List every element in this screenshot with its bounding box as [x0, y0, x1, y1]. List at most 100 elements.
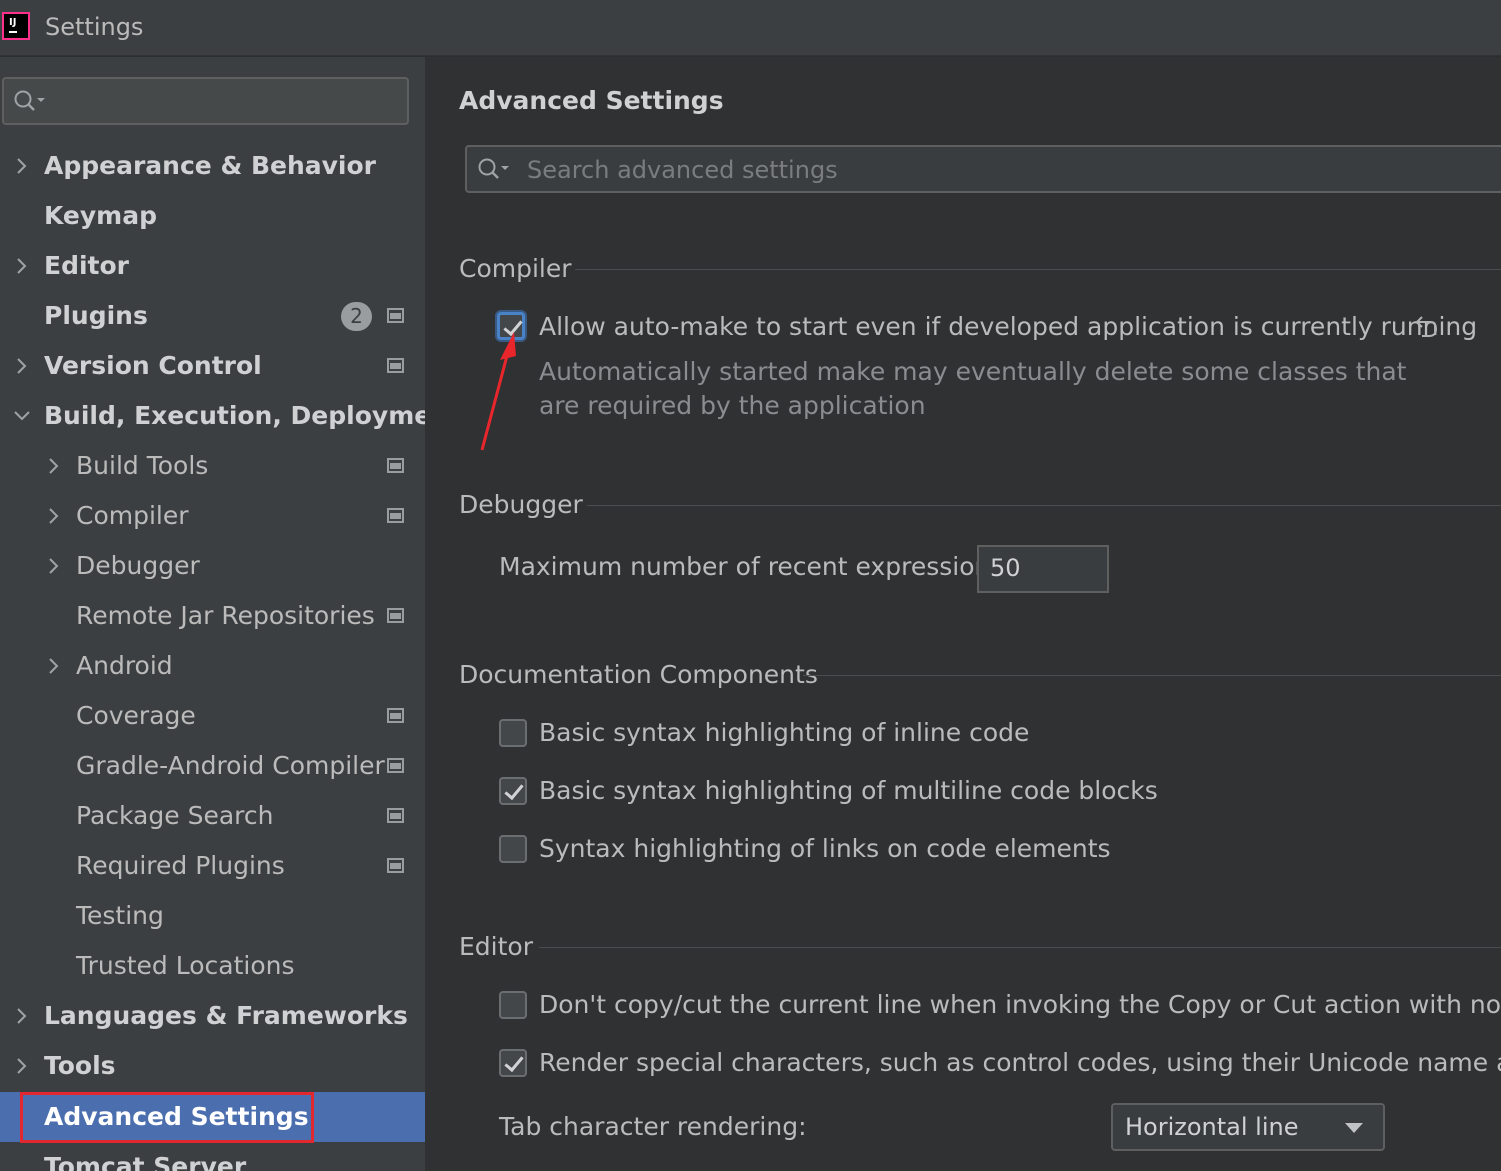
max-expressions-input[interactable]: 50: [977, 545, 1109, 593]
chevron-right-icon: [17, 158, 27, 174]
tab-rendering-label: Tab character rendering:: [499, 1112, 807, 1141]
inline-code-highlighting-checkbox[interactable]: [499, 719, 527, 747]
sidebar-item-build-execution-deployment[interactable]: Build, Execution, Deployment: [0, 391, 461, 441]
project-settings-icon: [387, 508, 404, 523]
dropdown-caret-icon: [1345, 1123, 1363, 1133]
section-heading-documentation: Documentation Components: [459, 660, 818, 689]
auto-make-hint-line: Automatically started make may eventuall…: [539, 357, 1407, 386]
section-divider: [587, 505, 1501, 506]
chevron-right-icon: [17, 1058, 27, 1074]
auto-make-hint-line: are required by the application: [539, 391, 926, 420]
section-divider: [803, 675, 1501, 676]
title-bar: IJ Settings: [0, 0, 1501, 56]
inline-code-highlighting-label[interactable]: Basic syntax highlighting of inline code: [539, 718, 1029, 747]
sidebar-item-keymap[interactable]: Keymap: [0, 191, 425, 241]
sidebar-item-label: Android: [76, 651, 173, 680]
render-special-chars-label[interactable]: Render special characters, such as contr…: [539, 1048, 1501, 1077]
page-title: Advanced Settings: [459, 86, 724, 115]
sidebar-item-label: Testing: [76, 901, 164, 930]
multiline-code-highlighting-label[interactable]: Basic syntax highlighting of multiline c…: [539, 776, 1158, 805]
project-settings-icon: [387, 708, 404, 723]
section-heading-editor: Editor: [459, 932, 533, 961]
sidebar-item-label: Tomcat Server: [44, 1152, 247, 1171]
project-settings-icon: [387, 608, 404, 623]
sidebar-item-label: Editor: [44, 251, 129, 280]
advanced-settings-search[interactable]: [465, 145, 1501, 193]
sidebar-item-debugger[interactable]: Debugger: [0, 541, 425, 591]
project-settings-icon: [387, 308, 404, 323]
tab-rendering-select[interactable]: Horizontal line: [1111, 1103, 1385, 1151]
max-expressions-value: 50: [990, 554, 1021, 582]
link-highlighting-checkbox[interactable]: [499, 835, 527, 863]
chevron-right-icon: [49, 558, 59, 574]
project-settings-icon: [387, 358, 404, 373]
search-icon: [14, 90, 45, 111]
search-icon: [478, 158, 509, 179]
tab-rendering-value: Horizontal line: [1125, 1113, 1299, 1141]
section-heading-debugger: Debugger: [459, 490, 583, 519]
section-divider: [575, 269, 1501, 270]
sidebar-item-label: Version Control: [44, 351, 262, 380]
sidebar-item-tomcat-server[interactable]: Tomcat Server: [0, 1142, 425, 1171]
sidebar-search-input[interactable]: [2, 77, 409, 125]
sidebar-item-coverage[interactable]: Coverage: [0, 691, 425, 741]
sidebar-item-build-tools[interactable]: Build Tools: [0, 441, 425, 491]
annotation-arrow-icon: [480, 332, 516, 451]
sidebar-item-label: Build Tools: [76, 451, 209, 480]
intellij-logo-icon: IJ: [2, 12, 32, 42]
sidebar-item-label: Tools: [44, 1051, 116, 1080]
sidebar-item-label: Required Plugins: [76, 851, 285, 880]
multiline-code-highlighting-checkbox[interactable]: [499, 777, 527, 805]
sidebar-item-android[interactable]: Android: [0, 641, 425, 691]
sidebar-item-gradle-android-compiler[interactable]: Gradle-Android Compiler: [0, 741, 425, 791]
sidebar-item-editor[interactable]: Editor: [0, 241, 425, 291]
chevron-right-icon: [17, 1008, 27, 1024]
sidebar-item-label: Appearance & Behavior: [44, 151, 376, 180]
sidebar-item-label: Package Search: [76, 801, 274, 830]
sidebar-item-label: Coverage: [76, 701, 196, 730]
no-copy-cut-line-checkbox[interactable]: [499, 991, 527, 1019]
sidebar-item-label: Build, Execution, Deployment: [44, 401, 461, 430]
chevron-down-icon: [14, 411, 30, 421]
sidebar-item-label: Compiler: [76, 501, 189, 530]
project-settings-icon: [387, 758, 404, 773]
auto-make-label[interactable]: Allow auto-make to start even if develop…: [539, 312, 1477, 341]
sidebar-item-appearance-behavior[interactable]: Appearance & Behavior: [0, 141, 425, 191]
sidebar-item-remote-jar-repositories[interactable]: Remote Jar Repositories: [0, 591, 425, 641]
search-input[interactable]: [527, 153, 1427, 187]
sidebar-item-version-control[interactable]: Version Control: [0, 341, 425, 391]
sidebar-item-testing[interactable]: Testing: [0, 891, 425, 941]
sidebar-item-required-plugins[interactable]: Required Plugins: [0, 841, 425, 891]
sidebar-item-label: Trusted Locations: [76, 951, 295, 980]
chevron-right-icon: [49, 458, 59, 474]
sidebar-item-languages-frameworks[interactable]: Languages & Frameworks: [0, 991, 425, 1041]
chevron-right-icon: [17, 358, 27, 374]
sidebar-item-label: Plugins: [44, 301, 148, 330]
sidebar-item-plugins[interactable]: Plugins 2: [0, 291, 425, 341]
sidebar-item-compiler[interactable]: Compiler: [0, 491, 425, 541]
window-title: Settings: [45, 13, 144, 41]
section-heading-compiler: Compiler: [459, 254, 572, 283]
sidebar-item-label: Remote Jar Repositories: [76, 601, 375, 630]
sidebar-item-trusted-locations[interactable]: Trusted Locations: [0, 941, 425, 991]
max-expressions-label: Maximum number of recent expressions:: [499, 552, 1012, 581]
link-highlighting-label[interactable]: Syntax highlighting of links on code ele…: [539, 834, 1111, 863]
sidebar-item-label: Keymap: [44, 201, 158, 230]
project-settings-icon: [387, 858, 404, 873]
project-settings-icon: [387, 458, 404, 473]
no-copy-cut-line-label[interactable]: Don't copy/cut the current line when inv…: [539, 990, 1501, 1019]
sidebar-item-package-search[interactable]: Package Search: [0, 791, 425, 841]
section-divider: [539, 947, 1501, 948]
updates-count-badge: 2: [341, 302, 372, 331]
render-special-chars-checkbox[interactable]: [499, 1049, 527, 1077]
chevron-right-icon: [49, 508, 59, 524]
chevron-right-icon: [17, 258, 27, 274]
sidebar-item-label: Debugger: [76, 551, 200, 580]
sidebar-item-label: Advanced Settings: [44, 1102, 309, 1131]
reset-icon[interactable]: [1411, 313, 1439, 341]
chevron-right-icon: [49, 658, 59, 674]
project-settings-icon: [387, 808, 404, 823]
sidebar-item-tools[interactable]: Tools: [0, 1041, 425, 1091]
sidebar-item-advanced-settings[interactable]: Advanced Settings: [0, 1092, 425, 1142]
sidebar-item-label: Gradle-Android Compiler: [76, 751, 385, 780]
